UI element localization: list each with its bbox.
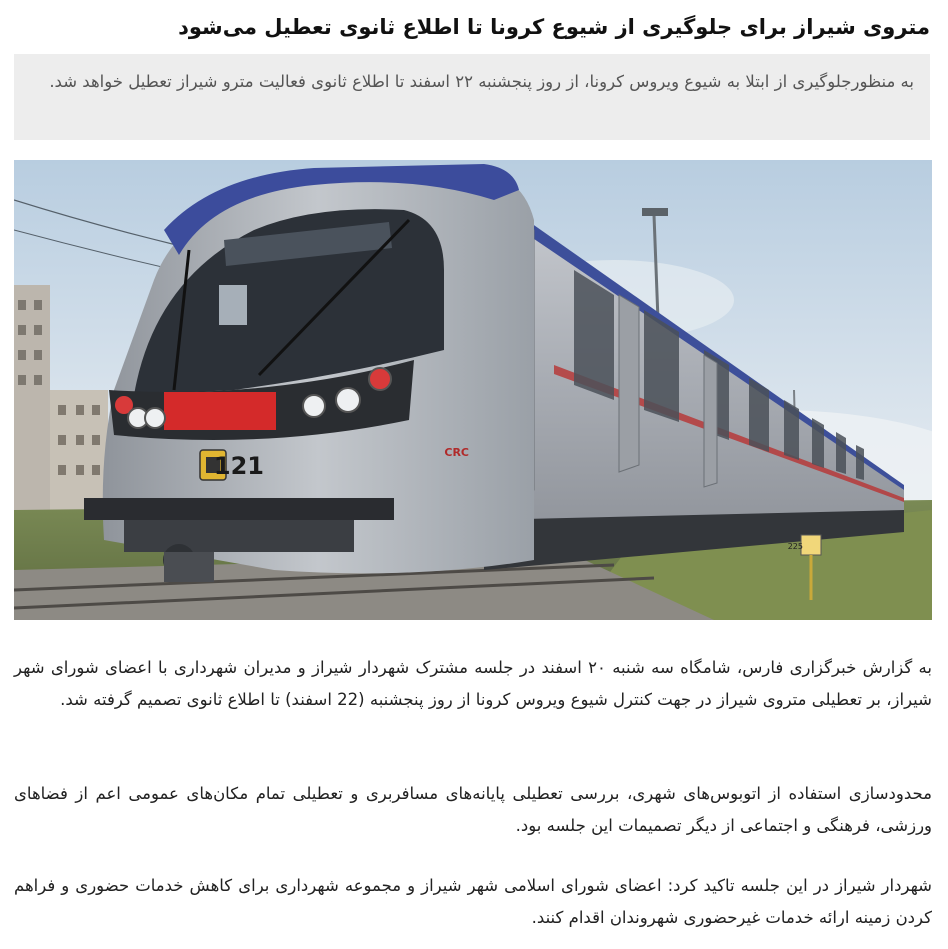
track-post-label: 225: [788, 542, 803, 551]
article-headline: متروی شیراز برای جلوگیری از شیوع کرونا ت…: [178, 15, 930, 39]
train-number-label: 121: [214, 452, 264, 480]
article-lead: به منظورجلوگیری از ابتلا به شیوع ویروس ک…: [49, 72, 914, 91]
maker-mark-label: CRC: [444, 446, 469, 459]
article-paragraph: محدودسازی استفاده از اتوبوس‌های شهری، بر…: [14, 784, 932, 835]
metro-train-photo: 121 CRC 225: [14, 160, 932, 620]
article-paragraph: به گزارش خبرگزاری فارس، شامگاه سه شنبه ۲…: [14, 658, 932, 709]
article-paragraph: شهردار شیراز در این جلسه تاکید کرد: اعضا…: [14, 876, 932, 927]
news-article: متروی شیراز برای جلوگیری از شیوع کرونا ت…: [0, 0, 948, 949]
article-lead-box: به منظورجلوگیری از ابتلا به شیوع ویروس ک…: [14, 54, 930, 140]
